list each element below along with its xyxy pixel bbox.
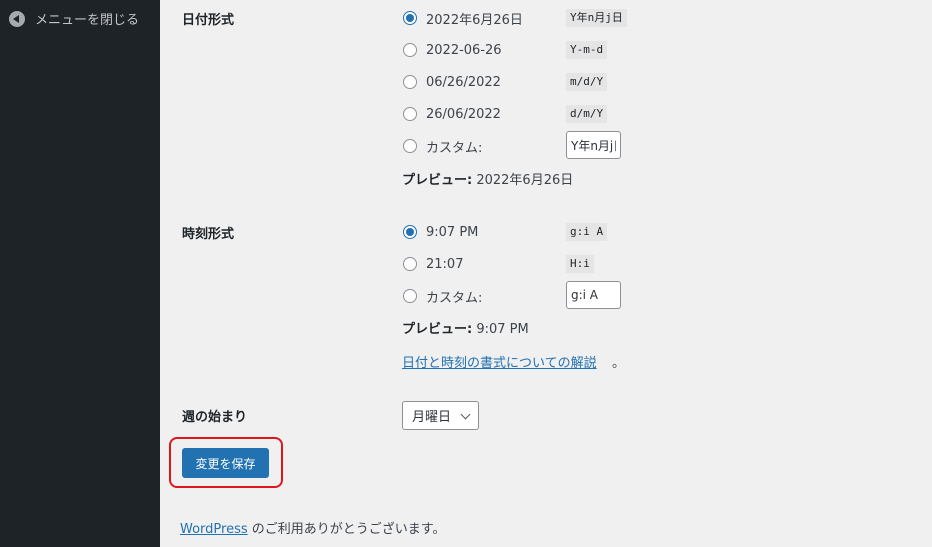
date-option-label: 2022年6月26日 [426,12,523,28]
time-format-code: g:i A [566,223,608,241]
time-preview: プレビュー: 9:07 PM [402,318,529,337]
time-format-label: 時刻形式 [182,227,235,242]
time-radio-1[interactable] [403,225,417,239]
date-option-label: 06/26/2022 [426,74,501,90]
date-format-label: 日付形式 [182,13,235,28]
date-format-code: m/d/Y [566,73,608,91]
date-radio-1[interactable] [403,11,417,25]
date-format-code: Y-m-d [566,41,608,59]
chevron-down-icon [460,409,471,420]
time-preview-label: プレビュー: [402,322,473,337]
date-option-3[interactable]: 06/26/2022 [403,72,501,92]
time-custom-label: カスタム: [426,290,483,306]
date-option-2[interactable]: 2022-06-26 [403,40,502,60]
date-radio-2[interactable] [403,43,417,57]
date-format-code: d/m/Y [566,105,608,123]
date-radio-3[interactable] [403,75,417,89]
date-option-custom[interactable]: カスタム: [403,136,482,156]
time-format-code: H:i [566,255,594,273]
date-option-label: 2022-06-26 [426,42,502,58]
date-option-1[interactable]: 2022年6月26日 [403,8,523,28]
date-preview: プレビュー: 2022年6月26日 [402,169,573,188]
date-radio-4[interactable] [403,107,417,121]
collapse-menu-label: メニューを閉じる [35,13,140,28]
time-preview-value: 9:07 PM [472,322,529,337]
save-changes-button[interactable]: 変更を保存 [182,448,269,478]
date-time-help-link[interactable]: 日付と時刻の書式についての解説 [402,352,597,371]
date-radio-custom[interactable] [403,139,417,153]
time-radio-custom[interactable] [403,289,417,303]
time-radio-2[interactable] [403,257,417,271]
date-custom-label: カスタム: [426,140,483,156]
week-start-label: 週の始まり [182,410,248,425]
admin-sidebar: メニューを閉じる [0,0,160,547]
time-option-2[interactable]: 21:07 [403,254,463,274]
wordpress-link[interactable]: WordPress [180,522,248,537]
time-custom-input[interactable] [566,281,621,309]
date-preview-label: プレビュー: [402,173,473,188]
settings-main: 日付形式 2022年6月26日 Y年n月j日 2022-06-26 Y-m-d … [160,0,932,547]
date-preview-value: 2022年6月26日 [472,173,574,188]
time-option-label: 21:07 [426,256,464,272]
date-format-code: Y年n月j日 [566,9,627,27]
date-custom-input[interactable] [566,131,621,159]
collapse-menu-button[interactable]: メニューを閉じる [9,9,139,28]
date-option-label: 26/06/2022 [426,106,501,122]
footer-text: のご利用ありがとうございます。 [247,522,446,537]
footer-thankyou: WordPress のご利用ありがとうございます。 [180,518,445,537]
week-start-select[interactable]: 月曜日 [402,401,479,430]
date-option-4[interactable]: 26/06/2022 [403,104,501,124]
arrow-left-circle-icon [9,10,25,27]
time-option-1[interactable]: 9:07 PM [403,222,478,242]
help-link-suffix: 。 [612,356,626,371]
time-option-custom[interactable]: カスタム: [403,286,482,306]
time-option-label: 9:07 PM [426,224,479,240]
week-start-value: 月曜日 [412,410,452,425]
